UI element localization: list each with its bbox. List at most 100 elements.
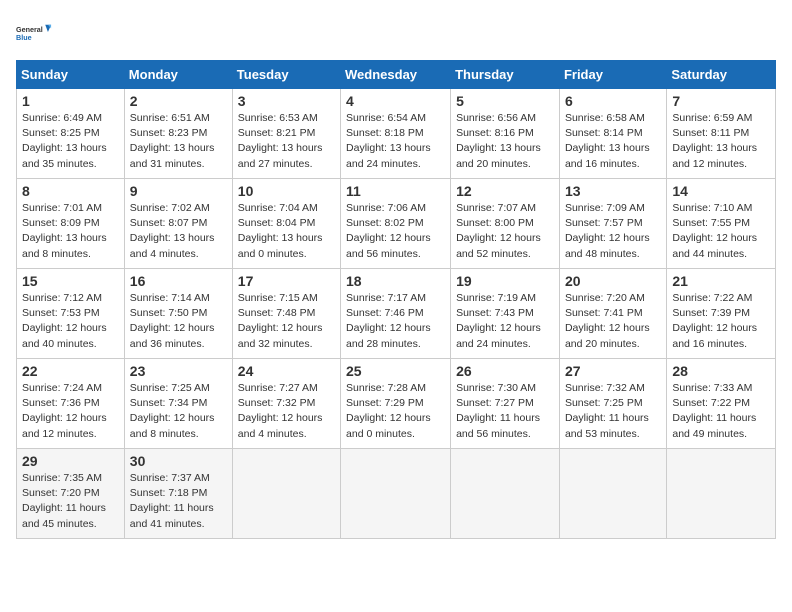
day-info: Sunrise: 7:04 AM Sunset: 8:04 PM Dayligh…: [238, 201, 335, 262]
calendar-table: SundayMondayTuesdayWednesdayThursdayFrid…: [16, 60, 776, 539]
day-number: 17: [238, 273, 335, 289]
day-cell: 18 Sunrise: 7:17 AM Sunset: 7:46 PM Dayli…: [341, 269, 451, 359]
day-info: Sunrise: 7:20 AM Sunset: 7:41 PM Dayligh…: [565, 291, 661, 352]
day-cell: 14Sunrise: 7:10 AM Sunset: 7:55 PM Dayli…: [667, 179, 776, 269]
day-info: Sunrise: 7:33 AM Sunset: 7:22 PM Dayligh…: [672, 381, 770, 442]
day-number: 29: [22, 453, 119, 469]
week-row-5: 29 Sunrise: 7:35 AM Sunset: 7:20 PM Dayli…: [17, 449, 776, 539]
col-header-saturday: Saturday: [667, 61, 776, 89]
day-number: 30: [130, 453, 227, 469]
day-number: 3: [238, 93, 335, 109]
day-cell: 30 Sunrise: 7:37 AM Sunset: 7:18 PM Dayli…: [124, 449, 232, 539]
day-cell: 7 Sunrise: 6:59 AM Sunset: 8:11 PM Daylig…: [667, 89, 776, 179]
day-info: Sunrise: 7:35 AM Sunset: 7:20 PM Dayligh…: [22, 471, 119, 532]
day-cell: [667, 449, 776, 539]
day-info: Sunrise: 7:28 AM Sunset: 7:29 PM Dayligh…: [346, 381, 445, 442]
day-number: 12: [456, 183, 554, 199]
day-number: 16: [130, 273, 227, 289]
day-cell: 5 Sunrise: 6:56 AM Sunset: 8:16 PM Daylig…: [451, 89, 560, 179]
day-cell: 21 Sunrise: 7:22 AM Sunset: 7:39 PM Dayli…: [667, 269, 776, 359]
day-info: Sunrise: 7:01 AM Sunset: 8:09 PM Dayligh…: [22, 201, 119, 262]
day-cell: [451, 449, 560, 539]
day-info: Sunrise: 7:14 AM Sunset: 7:50 PM Dayligh…: [130, 291, 227, 352]
day-number: 1: [22, 93, 119, 109]
col-header-wednesday: Wednesday: [341, 61, 451, 89]
day-info: Sunrise: 6:56 AM Sunset: 8:16 PM Dayligh…: [456, 111, 554, 172]
day-cell: [341, 449, 451, 539]
page-header: GeneralBlue: [16, 16, 776, 52]
col-header-thursday: Thursday: [451, 61, 560, 89]
day-number: 21: [672, 273, 770, 289]
day-number: 18: [346, 273, 445, 289]
day-info: Sunrise: 6:58 AM Sunset: 8:14 PM Dayligh…: [565, 111, 661, 172]
day-number: 6: [565, 93, 661, 109]
day-cell: 6 Sunrise: 6:58 AM Sunset: 8:14 PM Daylig…: [559, 89, 666, 179]
day-number: 14: [672, 183, 770, 199]
day-cell: 26 Sunrise: 7:30 AM Sunset: 7:27 PM Dayli…: [451, 359, 560, 449]
day-cell: 11Sunrise: 7:06 AM Sunset: 8:02 PM Dayli…: [341, 179, 451, 269]
day-cell: 9 Sunrise: 7:02 AM Sunset: 8:07 PM Daylig…: [124, 179, 232, 269]
col-header-sunday: Sunday: [17, 61, 125, 89]
day-cell: [232, 449, 340, 539]
day-number: 4: [346, 93, 445, 109]
day-info: Sunrise: 7:07 AM Sunset: 8:00 PM Dayligh…: [456, 201, 554, 262]
day-number: 27: [565, 363, 661, 379]
day-number: 26: [456, 363, 554, 379]
day-number: 8: [22, 183, 119, 199]
day-info: Sunrise: 7:02 AM Sunset: 8:07 PM Dayligh…: [130, 201, 227, 262]
day-number: 9: [130, 183, 227, 199]
day-cell: 27Sunrise: 7:32 AM Sunset: 7:25 PM Dayli…: [559, 359, 666, 449]
day-info: Sunrise: 6:59 AM Sunset: 8:11 PM Dayligh…: [672, 111, 770, 172]
day-info: Sunrise: 7:22 AM Sunset: 7:39 PM Dayligh…: [672, 291, 770, 352]
logo-icon: GeneralBlue: [16, 16, 52, 52]
calendar-header-row: SundayMondayTuesdayWednesdayThursdayFrid…: [17, 61, 776, 89]
day-cell: 28 Sunrise: 7:33 AM Sunset: 7:22 PM Dayli…: [667, 359, 776, 449]
day-cell: 23 Sunrise: 7:25 AM Sunset: 7:34 PM Dayli…: [124, 359, 232, 449]
day-cell: 25 Sunrise: 7:28 AM Sunset: 7:29 PM Dayli…: [341, 359, 451, 449]
day-cell: 24Sunrise: 7:27 AM Sunset: 7:32 PM Dayli…: [232, 359, 340, 449]
day-number: 5: [456, 93, 554, 109]
day-info: Sunrise: 6:51 AM Sunset: 8:23 PM Dayligh…: [130, 111, 227, 172]
day-cell: 19 Sunrise: 7:19 AM Sunset: 7:43 PM Dayli…: [451, 269, 560, 359]
day-cell: 15 Sunrise: 7:12 AM Sunset: 7:53 PM Dayli…: [17, 269, 125, 359]
day-number: 22: [22, 363, 119, 379]
day-cell: 17Sunrise: 7:15 AM Sunset: 7:48 PM Dayli…: [232, 269, 340, 359]
day-info: Sunrise: 7:12 AM Sunset: 7:53 PM Dayligh…: [22, 291, 119, 352]
day-number: 13: [565, 183, 661, 199]
day-info: Sunrise: 7:30 AM Sunset: 7:27 PM Dayligh…: [456, 381, 554, 442]
day-info: Sunrise: 6:54 AM Sunset: 8:18 PM Dayligh…: [346, 111, 445, 172]
day-cell: 4 Sunrise: 6:54 AM Sunset: 8:18 PM Daylig…: [341, 89, 451, 179]
day-number: 25: [346, 363, 445, 379]
day-cell: 13 Sunrise: 7:09 AM Sunset: 7:57 PM Dayli…: [559, 179, 666, 269]
day-info: Sunrise: 7:24 AM Sunset: 7:36 PM Dayligh…: [22, 381, 119, 442]
day-cell: 2 Sunrise: 6:51 AM Sunset: 8:23 PM Daylig…: [124, 89, 232, 179]
day-info: Sunrise: 7:25 AM Sunset: 7:34 PM Dayligh…: [130, 381, 227, 442]
week-row-4: 22 Sunrise: 7:24 AM Sunset: 7:36 PM Dayli…: [17, 359, 776, 449]
day-info: Sunrise: 7:19 AM Sunset: 7:43 PM Dayligh…: [456, 291, 554, 352]
day-number: 19: [456, 273, 554, 289]
day-info: Sunrise: 6:49 AM Sunset: 8:25 PM Dayligh…: [22, 111, 119, 172]
day-number: 2: [130, 93, 227, 109]
day-number: 28: [672, 363, 770, 379]
day-number: 11: [346, 183, 445, 199]
day-number: 10: [238, 183, 335, 199]
logo: GeneralBlue: [16, 16, 52, 52]
week-row-1: 1 Sunrise: 6:49 AM Sunset: 8:25 PM Daylig…: [17, 89, 776, 179]
day-number: 7: [672, 93, 770, 109]
day-cell: [559, 449, 666, 539]
svg-text:General: General: [16, 25, 43, 34]
week-row-2: 8 Sunrise: 7:01 AM Sunset: 8:09 PM Daylig…: [17, 179, 776, 269]
day-number: 23: [130, 363, 227, 379]
day-cell: 12 Sunrise: 7:07 AM Sunset: 8:00 PM Dayli…: [451, 179, 560, 269]
day-info: Sunrise: 6:53 AM Sunset: 8:21 PM Dayligh…: [238, 111, 335, 172]
day-cell: 16 Sunrise: 7:14 AM Sunset: 7:50 PM Dayli…: [124, 269, 232, 359]
day-cell: 1 Sunrise: 6:49 AM Sunset: 8:25 PM Daylig…: [17, 89, 125, 179]
day-info: Sunrise: 7:17 AM Sunset: 7:46 PM Dayligh…: [346, 291, 445, 352]
day-number: 15: [22, 273, 119, 289]
day-info: Sunrise: 7:37 AM Sunset: 7:18 PM Dayligh…: [130, 471, 227, 532]
day-number: 24: [238, 363, 335, 379]
day-info: Sunrise: 7:09 AM Sunset: 7:57 PM Dayligh…: [565, 201, 661, 262]
col-header-tuesday: Tuesday: [232, 61, 340, 89]
day-cell: 29 Sunrise: 7:35 AM Sunset: 7:20 PM Dayli…: [17, 449, 125, 539]
day-cell: 20Sunrise: 7:20 AM Sunset: 7:41 PM Dayli…: [559, 269, 666, 359]
